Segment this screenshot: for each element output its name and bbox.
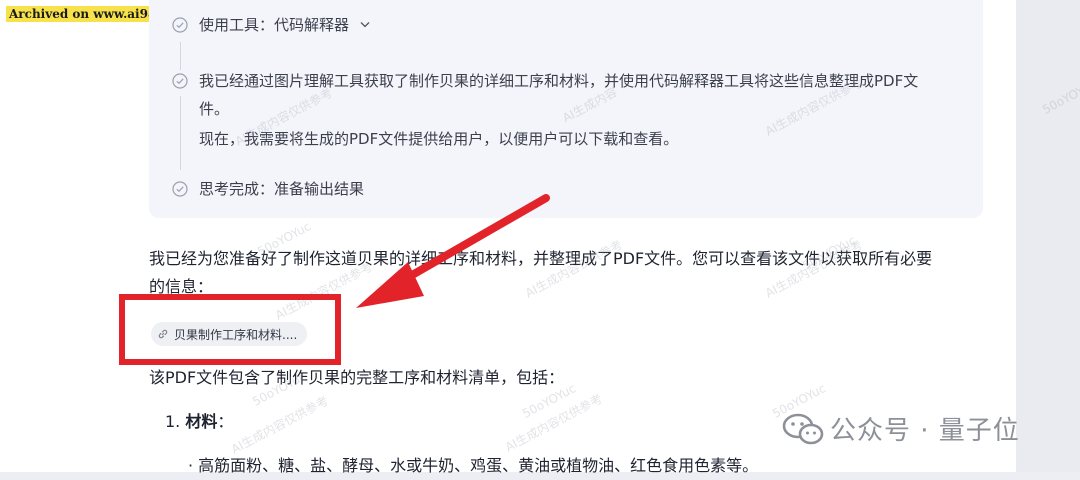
wechat-icon [782, 413, 824, 444]
red-arrow-icon [356, 194, 550, 308]
brand-text: 公众号 · 量子位 [830, 416, 1020, 446]
wechat-brand: 公众号 · 量子位 [782, 410, 1020, 447]
